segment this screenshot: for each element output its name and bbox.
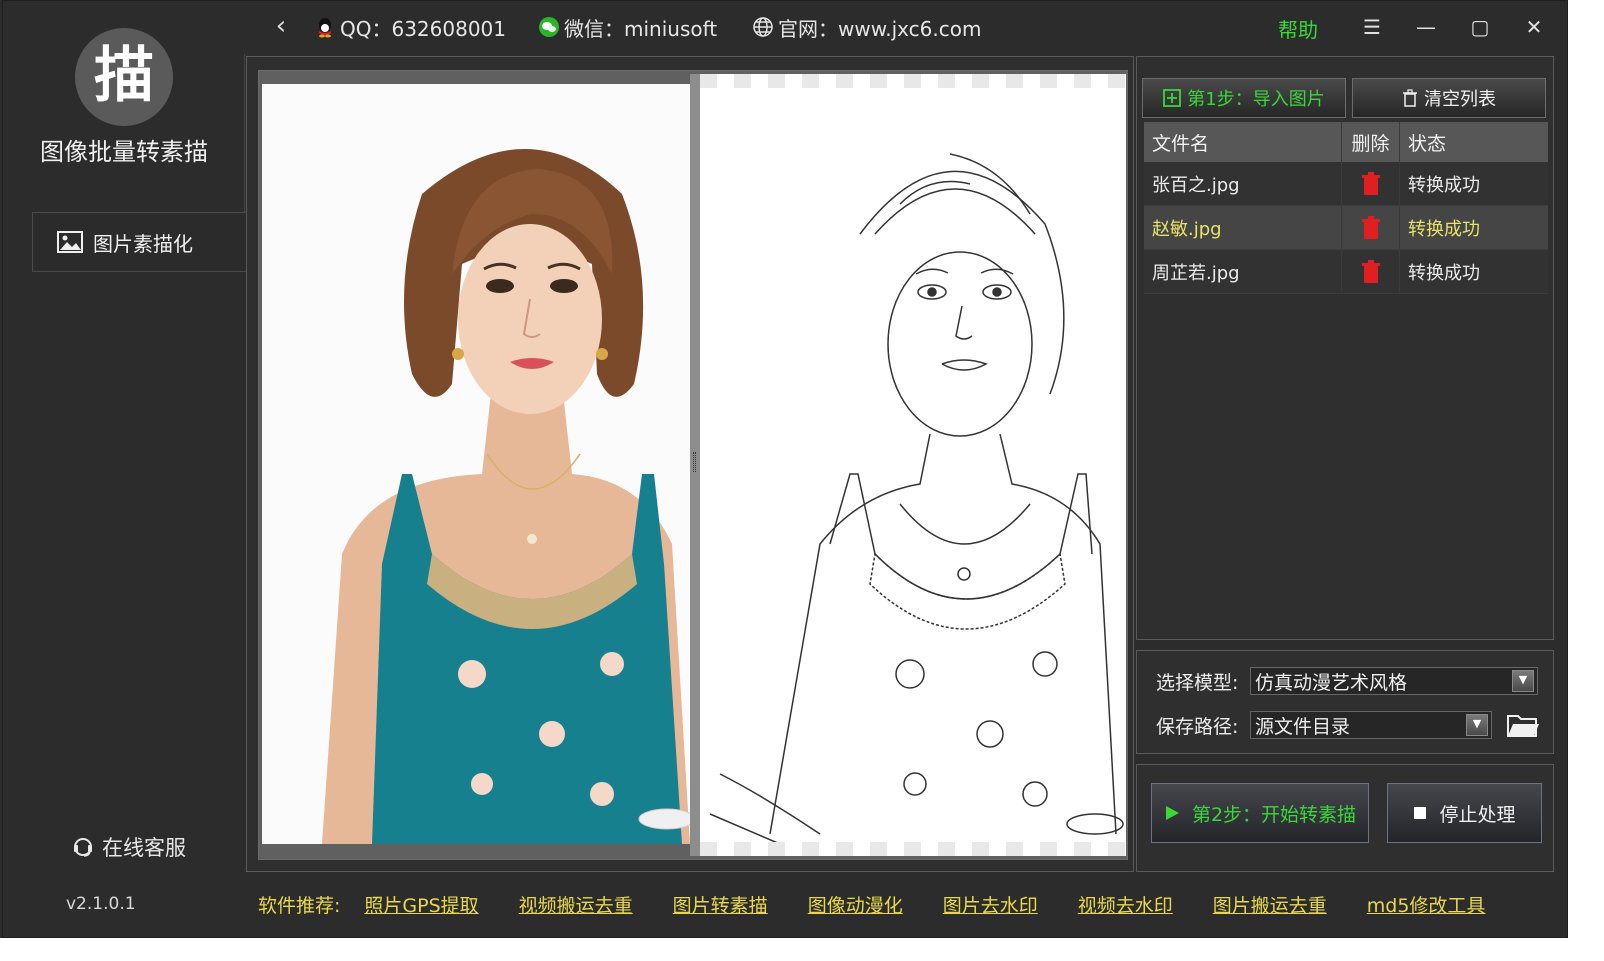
model-label: 选择模型: <box>1156 672 1239 694</box>
website-label: 官网：www.jxc6.com <box>778 16 982 41</box>
grip-icon <box>693 452 696 472</box>
desktop-edge-bottom <box>0 938 1604 961</box>
wechat-icon <box>539 17 559 37</box>
desktop-edge <box>1568 0 1604 961</box>
recommend-link-gps[interactable]: 照片GPS提取 <box>364 891 478 918</box>
path-label: 保存路径: <box>1156 716 1239 738</box>
clear-list-button[interactable]: 清空列表 <box>1352 78 1546 118</box>
recommend-link-anime[interactable]: 图像动漫化 <box>808 891 903 918</box>
trash-icon[interactable] <box>1361 215 1381 240</box>
start-sketch-button[interactable]: 第2步：开始转素描 <box>1151 783 1369 843</box>
path-value: 源文件目录 <box>1255 715 1351 738</box>
file-status: 转换成功 <box>1408 174 1480 196</box>
stop-button[interactable]: 停止处理 <box>1387 783 1542 843</box>
transparency-pattern-bottom <box>700 842 1126 856</box>
wechat-label: 微信：miniusoft <box>564 16 718 41</box>
clear-button-label: 清空列表 <box>1424 89 1496 110</box>
header-status: 状态 <box>1408 132 1447 155</box>
image-icon <box>57 231 83 253</box>
online-service[interactable]: 在线客服 <box>72 832 186 862</box>
sketch-portrait <box>709 153 1124 845</box>
folder-icon[interactable] <box>1506 710 1540 740</box>
original-photo <box>262 84 690 844</box>
recommend-link-video-dedupe[interactable]: 视频搬运去重 <box>519 891 633 918</box>
import-button-label: 第1步：导入图片 <box>1187 89 1325 110</box>
model-value: 仿真动漫艺术风格 <box>1255 671 1408 694</box>
delete-cell[interactable] <box>1342 250 1400 293</box>
table-row[interactable]: 张百之.jpg 转换成功 <box>1144 162 1548 206</box>
file-name: 周芷若.jpg <box>1144 250 1342 293</box>
website-link[interactable]: 官网：www.jxc6.com <box>752 14 982 41</box>
stop-button-label: 停止处理 <box>1439 803 1516 826</box>
play-icon <box>1165 806 1179 820</box>
recommend-link-md5[interactable]: md5修改工具 <box>1367 891 1486 918</box>
header-delete: 删除 <box>1342 122 1400 162</box>
app-window: ‹ QQ：632608001 微信：miniusoft 官网：www.jxc6.… <box>0 0 1604 961</box>
minimize-icon[interactable]: — <box>1406 10 1446 44</box>
trash-outline-icon <box>1403 89 1417 107</box>
title-bar: ‹ QQ：632608001 微信：miniusoft 官网：www.jxc6.… <box>246 0 1566 54</box>
chevron-down-icon[interactable]: ▼ <box>1512 670 1534 692</box>
globe-icon <box>753 17 773 37</box>
table-row[interactable]: 赵敏.jpg 转换成功 <box>1144 206 1548 250</box>
sidebar-divider <box>244 54 245 212</box>
recommend-link-video-watermark[interactable]: 视频去水印 <box>1078 891 1173 918</box>
trash-icon[interactable] <box>1361 171 1381 196</box>
recommend-link-image-watermark[interactable]: 图片去水印 <box>943 891 1038 918</box>
table-header: 文件名 删除 状态 <box>1144 122 1548 162</box>
table-row[interactable]: 周芷若.jpg 转换成功 <box>1144 250 1548 294</box>
recommend-bar: 软件推荐: 照片GPS提取 视频搬运去重 图片转素描 图像动漫化 图片去水印 视… <box>258 890 1485 918</box>
import-images-button[interactable]: 第1步：导入图片 <box>1142 78 1346 118</box>
delete-cell[interactable] <box>1342 162 1400 205</box>
service-label: 在线客服 <box>102 836 186 860</box>
add-icon <box>1163 89 1182 107</box>
file-status: 转换成功 <box>1408 218 1480 240</box>
close-icon[interactable]: ✕ <box>1514 10 1554 44</box>
qq-contact[interactable]: QQ：632608001 <box>314 14 507 41</box>
file-table: 文件名 删除 状态 张百之.jpg 转换成功 赵敏.jpg 转换成功 周芷若.j… <box>1144 122 1548 294</box>
delete-cell[interactable] <box>1342 206 1400 249</box>
version-label: v2.1.0.1 <box>66 894 136 914</box>
compare-divider-handle[interactable] <box>690 74 700 856</box>
stop-icon <box>1414 807 1427 819</box>
sidebar-item-label: 图片素描化 <box>93 231 193 256</box>
wechat-contact[interactable]: 微信：miniusoft <box>538 14 718 41</box>
model-select[interactable]: 仿真动漫艺术风格 ▼ <box>1250 667 1538 695</box>
recommend-link-image-dedupe[interactable]: 图片搬运去重 <box>1213 891 1327 918</box>
header-filename: 文件名 <box>1144 122 1342 162</box>
sketch-photo <box>700 74 1126 856</box>
trash-icon[interactable] <box>1361 259 1381 284</box>
file-name: 张百之.jpg <box>1144 162 1342 205</box>
maximize-icon[interactable]: ▢ <box>1460 10 1500 44</box>
help-button[interactable]: 帮助 <box>1278 14 1318 43</box>
start-button-label: 第2步：开始转素描 <box>1191 803 1357 826</box>
sidebar-item-sketch[interactable]: 图片素描化 <box>32 212 246 272</box>
recommend-link-sketch[interactable]: 图片转素描 <box>673 891 768 918</box>
menu-icon[interactable]: ☰ <box>1352 10 1392 44</box>
qq-icon <box>319 18 331 38</box>
path-select[interactable]: 源文件目录 ▼ <box>1250 711 1492 739</box>
chevron-down-icon[interactable]: ▼ <box>1466 714 1488 736</box>
app-logo: 描 <box>75 28 173 126</box>
file-status: 转换成功 <box>1408 262 1480 284</box>
support-icon <box>74 838 92 857</box>
app-title: 图像批量转素描 <box>40 138 208 166</box>
original-portrait <box>262 84 690 844</box>
qq-label: QQ：632608001 <box>340 16 507 41</box>
file-name: 赵敏.jpg <box>1144 206 1342 249</box>
recommend-label: 软件推荐: <box>258 894 341 917</box>
back-button[interactable]: ‹ <box>266 12 296 42</box>
